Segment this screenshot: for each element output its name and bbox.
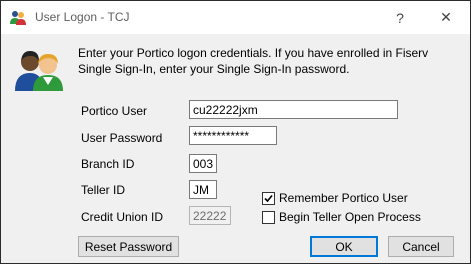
user-password-input[interactable]: ************ — [189, 126, 277, 145]
credit-union-id-input: 22222 — [189, 206, 231, 225]
close-icon: ✕ — [440, 9, 452, 25]
reset-password-button[interactable]: Reset Password — [78, 236, 179, 257]
teller-id-label: Teller ID — [81, 183, 126, 197]
help-icon: ? — [396, 9, 404, 26]
teller-id-input[interactable]: JM — [189, 180, 217, 199]
user-password-label: User Password — [81, 131, 163, 145]
title-bar: User Logon - TCJ ? ✕ — [1, 1, 470, 34]
portico-user-label: Portico User — [81, 104, 148, 118]
portico-user-input[interactable]: cu22222jxm — [189, 100, 398, 119]
ok-button[interactable]: OK — [310, 236, 378, 257]
logon-dialog: User Logon - TCJ ? ✕ Enter your Portico … — [0, 0, 471, 264]
instructions-text: Enter your Portico logon credentials. If… — [78, 46, 429, 76]
branch-id-input[interactable]: 003 — [189, 154, 217, 173]
branch-id-label: Branch ID — [81, 157, 135, 171]
check-mark-icon — [264, 194, 273, 203]
users-icon — [10, 11, 26, 25]
remember-user-label[interactable]: Remember Portico User — [279, 191, 408, 205]
close-button[interactable]: ✕ — [423, 1, 469, 34]
help-button[interactable]: ? — [377, 1, 423, 34]
begin-teller-label[interactable]: Begin Teller Open Process — [279, 210, 421, 224]
credit-union-id-label: Credit Union ID — [81, 210, 164, 224]
users-avatar-icon — [15, 51, 63, 91]
cancel-button[interactable]: Cancel — [388, 236, 454, 257]
window-title: User Logon - TCJ — [35, 10, 130, 24]
remember-user-checkbox[interactable] — [262, 192, 275, 205]
begin-teller-checkbox[interactable] — [262, 211, 275, 224]
